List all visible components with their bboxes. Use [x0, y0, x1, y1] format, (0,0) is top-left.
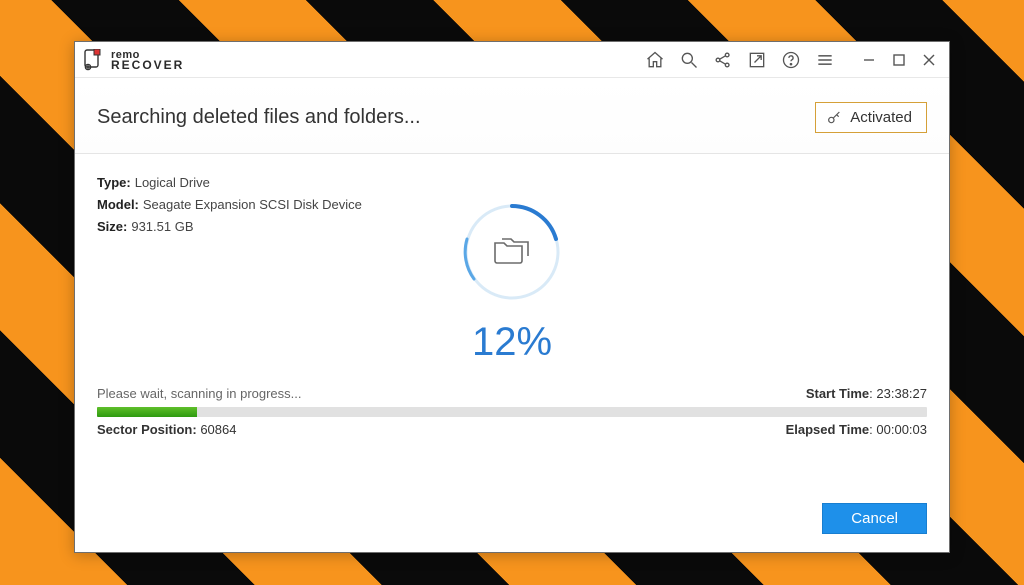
cancel-button[interactable]: Cancel	[822, 503, 927, 534]
page-title: Searching deleted files and folders...	[97, 106, 421, 129]
minimize-button[interactable]	[859, 50, 879, 70]
start-time: Start Time: 23:38:27	[806, 386, 927, 401]
drive-type: Type:Logical Drive	[97, 172, 927, 194]
close-button[interactable]	[919, 50, 939, 70]
titlebar: remo RECOVER	[75, 42, 949, 78]
home-icon[interactable]	[645, 50, 665, 70]
page-header: Searching deleted files and folders... A…	[75, 78, 949, 154]
status-row: Please wait, scanning in progress... Sta…	[97, 386, 927, 401]
progress-bar-fill	[97, 407, 197, 417]
app-logo: remo RECOVER	[83, 49, 184, 71]
wait-text: Please wait, scanning in progress...	[97, 386, 302, 401]
footer: Cancel	[75, 493, 949, 552]
logo-icon	[83, 49, 105, 71]
help-icon[interactable]	[781, 50, 801, 70]
activated-badge[interactable]: Activated	[815, 102, 927, 133]
logo-line2: RECOVER	[111, 60, 184, 70]
folder-icon	[492, 235, 532, 269]
titlebar-actions	[645, 50, 939, 70]
progress-spinner: 12%	[460, 200, 564, 365]
progress-details: Sector Position: 60864 Elapsed Time: 00:…	[97, 422, 927, 437]
export-icon[interactable]	[747, 50, 767, 70]
share-icon[interactable]	[713, 50, 733, 70]
logo-text: remo RECOVER	[111, 50, 184, 70]
elapsed-time: Elapsed Time: 00:00:03	[786, 422, 927, 437]
sector-position: Sector Position: 60864	[97, 422, 236, 437]
activated-label: Activated	[850, 109, 912, 126]
progress-percent: 12%	[460, 320, 564, 365]
maximize-button[interactable]	[889, 50, 909, 70]
key-icon	[826, 110, 842, 126]
app-window: remo RECOVER	[74, 41, 950, 553]
search-icon[interactable]	[679, 50, 699, 70]
progress-bar	[97, 407, 927, 417]
content-area: Type:Logical Drive Model:Seagate Expansi…	[75, 154, 949, 493]
menu-icon[interactable]	[815, 50, 835, 70]
